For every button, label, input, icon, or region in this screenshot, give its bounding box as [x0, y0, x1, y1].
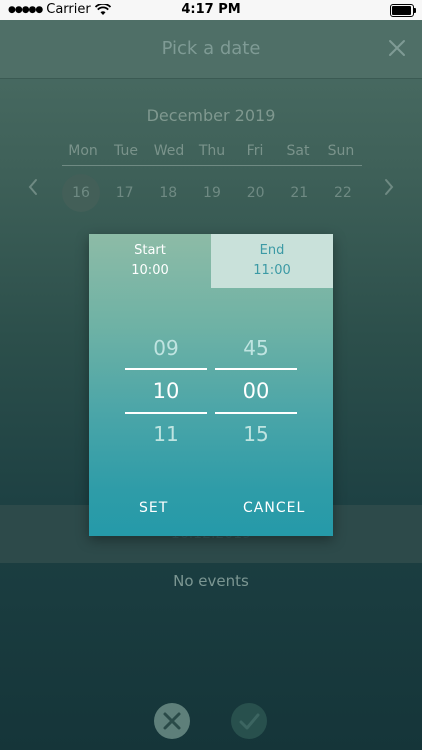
- chevron-left-icon[interactable]: [24, 176, 42, 198]
- day-cell[interactable]: 18: [149, 174, 187, 212]
- page-title: Pick a date: [161, 38, 261, 59]
- end-label: End: [259, 243, 285, 258]
- checkmark-icon: [239, 713, 260, 730]
- weekday-header: Mon Tue Wed Thu Fri Sat Sun: [62, 143, 362, 166]
- header-bar: Pick a date: [0, 20, 422, 79]
- day-cell-selected[interactable]: 16: [62, 174, 100, 212]
- set-button[interactable]: SET: [139, 500, 168, 516]
- minute-wheel[interactable]: 45 00 15: [215, 330, 297, 452]
- end-time-value: 11:00: [253, 263, 291, 278]
- day-cell[interactable]: 19: [193, 174, 231, 212]
- screen: ●●●●● Carrier 4:17 PM Pick a date Decemb…: [0, 0, 422, 750]
- minute-prev[interactable]: 45: [215, 330, 297, 366]
- weekday-label: Fri: [246, 143, 264, 159]
- close-icon[interactable]: [386, 37, 408, 59]
- hour-prev[interactable]: 09: [125, 330, 207, 366]
- minute-next[interactable]: 15: [215, 416, 297, 452]
- cancel-button[interactable]: CANCEL: [243, 500, 305, 516]
- day-cell[interactable]: 17: [106, 174, 144, 212]
- month-label: December 2019: [146, 106, 276, 125]
- weekday-label: Wed: [153, 143, 185, 159]
- day-cell[interactable]: 22: [324, 174, 362, 212]
- day-cell[interactable]: 21: [280, 174, 318, 212]
- minute-current[interactable]: 00: [215, 368, 297, 414]
- weekday-label: Sat: [286, 143, 310, 159]
- hour-wheel[interactable]: 09 10 11: [125, 330, 207, 452]
- hour-current[interactable]: 10: [125, 368, 207, 414]
- tab-start[interactable]: Start 10:00: [89, 234, 211, 288]
- confirm-circle-button[interactable]: [231, 703, 267, 739]
- weekday-label: Sun: [327, 143, 355, 159]
- status-bar: ●●●●● Carrier 4:17 PM: [0, 0, 422, 20]
- cancel-circle-button[interactable]: [154, 703, 190, 739]
- day-row: 16 17 18 19 20 21 22: [62, 174, 362, 212]
- start-time-value: 10:00: [131, 263, 169, 278]
- status-time: 4:17 PM: [181, 2, 241, 17]
- close-icon: [163, 712, 181, 730]
- battery-icon: [390, 4, 416, 17]
- time-picker-dialog: Start 10:00 End 11:00 09 10 11 45 00 15 …: [89, 234, 333, 536]
- day-cell[interactable]: 20: [237, 174, 275, 212]
- no-events-text: No events: [173, 572, 249, 590]
- weekday-label: Mon: [68, 143, 98, 159]
- hour-next[interactable]: 11: [125, 416, 207, 452]
- weekday-label: Thu: [198, 143, 226, 159]
- tab-end[interactable]: End 11:00: [211, 234, 333, 288]
- chevron-right-icon[interactable]: [380, 176, 398, 198]
- weekday-label: Tue: [114, 143, 138, 159]
- start-label: Start: [134, 243, 166, 258]
